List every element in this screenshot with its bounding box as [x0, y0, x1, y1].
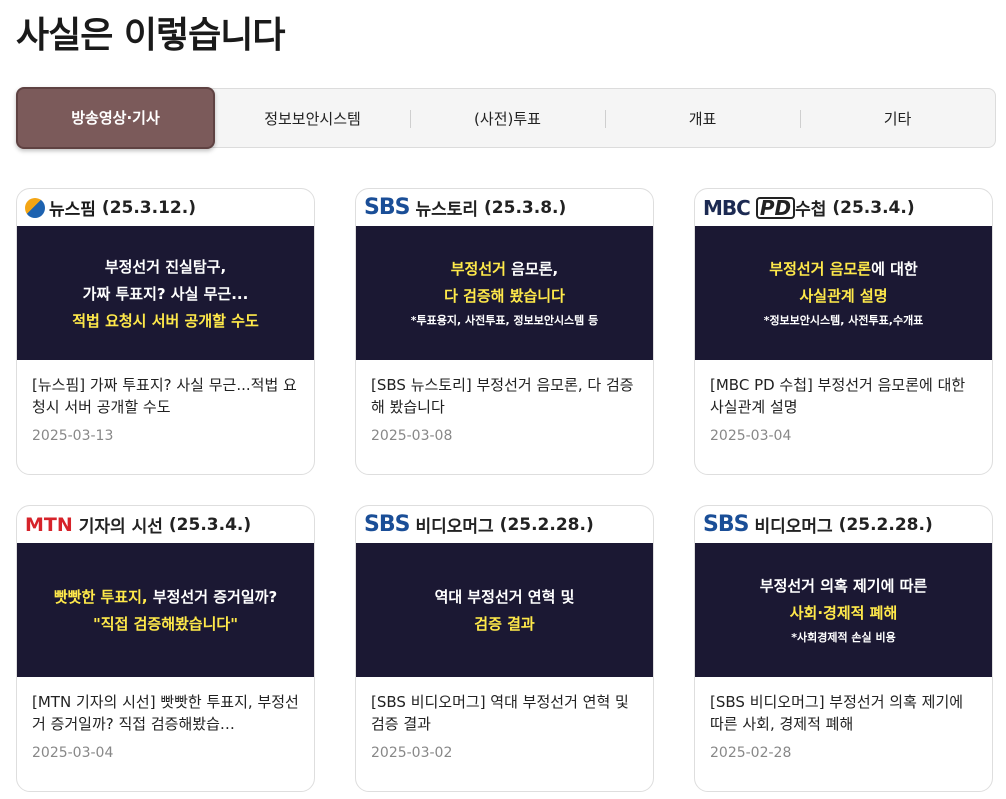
card-date: 2025-03-04: [710, 428, 792, 444]
mtn-logo: MTN: [25, 513, 73, 536]
news-card[interactable]: MTN 기자의 시선 (25.3.4.) 빳빳한 투표지, 부정선거 증거일까?…: [16, 505, 315, 792]
sbs-logo: SBS: [364, 512, 410, 537]
card-source: MTN 기자의 시선 (25.3.4.): [17, 506, 314, 543]
source-name: 비디오머그: [415, 517, 494, 537]
news-card[interactable]: MBC PD 수첩 (25.3.4.) 부정선거 음모론에 대한 사실관계 설명…: [694, 188, 993, 475]
card-date: 2025-02-28: [710, 745, 792, 761]
card-date: 2025-03-04: [32, 745, 114, 761]
tab-vote-counting[interactable]: 개표: [605, 89, 800, 147]
thumb-line-1: 부정선거 진실탐구,: [104, 257, 227, 276]
newspim-logo-text: 뉴스핌: [49, 200, 96, 220]
thumb-line-2: 사회·경제적 폐해: [789, 604, 898, 622]
newspim-logo: 뉴스핌: [25, 195, 96, 220]
source-name: 수첩: [795, 200, 827, 220]
tab-etc[interactable]: 기타: [800, 89, 995, 147]
source-date: (25.2.28.): [499, 514, 594, 535]
pd-logo: PD: [755, 196, 796, 219]
card-thumbnail: 부정선거 진실탐구, 가짜 투표지? 사실 무근... 적법 요청시 서버 공개…: [17, 226, 314, 360]
thumb-line-1: 빳빳한 투표지, 부정선거 증거일까?: [53, 588, 278, 606]
source-date: (25.3.12.): [101, 197, 196, 218]
card-thumbnail: 부정선거 의혹 제기에 따른 사회·경제적 폐해 *사회경제적 손실 비용: [695, 543, 992, 677]
card-source: 뉴스핌 (25.3.12.): [17, 189, 314, 226]
card-title: [뉴스핌] 가짜 투표지? 사실 무근...적법 요청시 서버 공개할 수도: [32, 376, 297, 416]
thumb-note: *정보보안시스템, 사전투표,수개표: [763, 314, 924, 327]
source-name: 비디오머그: [754, 517, 833, 537]
card-thumbnail: 부정선거 음모론, 다 검증해 봤습니다 *투표용지, 사전투표, 정보보안시스…: [356, 226, 653, 360]
card-thumbnail: 빳빳한 투표지, 부정선거 증거일까? "직접 검증해봤습니다": [17, 543, 314, 677]
thumb-line-2: 사실관계 설명: [799, 287, 888, 305]
tab-early-voting[interactable]: (사전)투표: [410, 89, 605, 147]
card-title: [MTN 기자의 시선] 빳빳한 투표지, 부정선거 증거일까? 직접 검증해봤…: [32, 693, 299, 733]
thumb-line-3: 적법 요청시 서버 공개할 수도: [72, 311, 259, 330]
thumb-line-1: 부정선거 의혹 제기에 따른: [759, 577, 928, 595]
news-card[interactable]: SBS 비디오머그 (25.2.28.) 역대 부정선거 연혁 및 검증 결과 …: [355, 505, 654, 792]
thumb-line-2: "직접 검증해봤습니다": [92, 615, 239, 633]
source-name: 기자의 시선: [78, 517, 163, 537]
thumb-note: *투표용지, 사전투표, 정보보안시스템 등: [410, 314, 599, 327]
thumb-note: *사회경제적 손실 비용: [791, 631, 896, 644]
news-card[interactable]: SBS 비디오머그 (25.2.28.) 부정선거 의혹 제기에 따른 사회·경…: [694, 505, 993, 792]
card-title: [SBS 뉴스토리] 부정선거 음모론, 다 검증해 봤습니다: [371, 376, 634, 416]
newspim-ball-icon: [25, 197, 45, 218]
card-date: 2025-03-13: [32, 428, 114, 444]
card-source: MBC PD 수첩 (25.3.4.): [695, 189, 992, 226]
source-date: (25.3.4.): [832, 197, 915, 218]
card-date: 2025-03-02: [371, 745, 453, 761]
news-card[interactable]: SBS 뉴스토리 (25.3.8.) 부정선거 음모론, 다 검증해 봤습니다 …: [355, 188, 654, 475]
card-date: 2025-03-08: [371, 428, 453, 444]
card-thumbnail: 역대 부정선거 연혁 및 검증 결과: [356, 543, 653, 677]
thumb-line-2: 가짜 투표지? 사실 무근...: [82, 284, 249, 303]
sbs-logo: SBS: [703, 512, 749, 537]
source-name: 뉴스토리: [415, 200, 479, 220]
thumb-line-2: 다 검증해 봤습니다: [444, 287, 565, 305]
card-title: [SBS 비디오머그] 역대 부정선거 연혁 및 검증 결과: [371, 693, 629, 733]
news-card[interactable]: 뉴스핌 (25.3.12.) 부정선거 진실탐구, 가짜 투표지? 사실 무근.…: [16, 188, 315, 475]
thumb-line-1: 부정선거 음모론,: [450, 260, 559, 278]
page-title: 사실은 이렇습니다: [16, 15, 285, 56]
card-title: [SBS 비디오머그] 부정선거 의혹 제기에 따른 사회, 경제적 폐해: [710, 693, 964, 733]
mbc-logo: MBC: [703, 195, 751, 220]
card-source: SBS 비디오머그 (25.2.28.): [356, 506, 653, 543]
source-date: (25.3.4.): [168, 514, 252, 535]
card-title: [MBC PD 수첩] 부정선거 음모론에 대한 사실관계 설명: [710, 376, 966, 416]
category-tabs: 방송영상·기사 정보보안시스템 (사전)투표 개표 기타: [16, 86, 996, 149]
thumb-line-2: 검증 결과: [474, 615, 535, 633]
sbs-logo: SBS: [364, 195, 410, 220]
thumb-line-1: 부정선거 음모론에 대한: [769, 260, 918, 278]
source-date: (25.3.8.): [484, 197, 567, 218]
card-source: SBS 뉴스토리 (25.3.8.): [356, 189, 653, 226]
tab-broadcast-articles[interactable]: 방송영상·기사: [16, 86, 215, 149]
card-source: SBS 비디오머그 (25.2.28.): [695, 506, 992, 543]
thumb-line-1: 역대 부정선거 연혁 및: [434, 588, 575, 606]
card-thumbnail: 부정선거 음모론에 대한 사실관계 설명 *정보보안시스템, 사전투표,수개표: [695, 226, 992, 360]
tab-security-system[interactable]: 정보보안시스템: [215, 89, 410, 147]
source-date: (25.2.28.): [838, 514, 933, 535]
